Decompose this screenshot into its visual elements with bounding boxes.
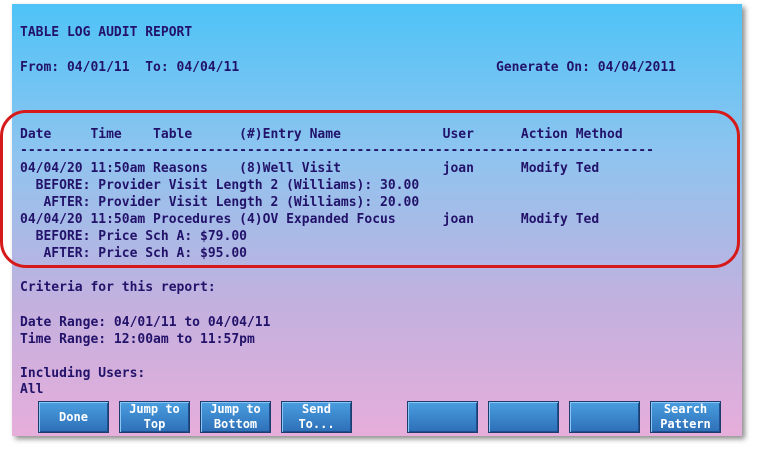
search-pattern-button[interactable]: Search Pattern bbox=[650, 401, 721, 433]
send-to-button[interactable]: Send To... bbox=[281, 401, 352, 433]
report-date-range: From: 04/01/11 To: 04/04/11 bbox=[20, 60, 240, 75]
table-row: 04/04/20 11:50am Procedures (4)OV Expand… bbox=[20, 212, 600, 227]
table-separator: ----------------------------------------… bbox=[20, 143, 654, 158]
report-title: TABLE LOG AUDIT REPORT bbox=[20, 25, 193, 40]
criteria-heading: Criteria for this report: bbox=[20, 280, 216, 295]
criteria-date-range: Date Range: 04/01/11 to 04/04/11 bbox=[20, 315, 271, 330]
table-header: Date Time Table (#)Entry Name User Actio… bbox=[20, 127, 623, 142]
done-button[interactable]: Done bbox=[38, 401, 109, 433]
criteria-users-heading: Including Users: bbox=[20, 366, 146, 381]
jump-to-top-button[interactable]: Jump to Top bbox=[119, 401, 190, 433]
function-key-blank-7[interactable] bbox=[569, 401, 640, 433]
function-key-blank-5[interactable] bbox=[407, 401, 478, 433]
criteria-time-range: Time Range: 12:00am to 11:57pm bbox=[20, 332, 255, 347]
table-row-detail-before: BEFORE: Provider Visit Length 2 (William… bbox=[20, 178, 420, 193]
table-row: 04/04/20 11:50am Reasons (8)Well Visit j… bbox=[20, 161, 600, 176]
jump-to-bottom-button[interactable]: Jump to Bottom bbox=[200, 401, 271, 433]
terminal-screen: TABLE LOG AUDIT REPORT From: 04/01/11 To… bbox=[12, 4, 742, 436]
table-row-detail-before: BEFORE: Price Sch A: $79.00 bbox=[20, 229, 247, 244]
table-row-detail-after: AFTER: Provider Visit Length 2 (Williams… bbox=[20, 195, 420, 210]
criteria-users-value: All bbox=[20, 382, 44, 397]
report-generated-date: Generate On: 04/04/2011 bbox=[496, 60, 677, 75]
table-row-detail-after: AFTER: Price Sch A: $95.00 bbox=[20, 246, 247, 261]
function-key-blank-6[interactable] bbox=[488, 401, 559, 433]
